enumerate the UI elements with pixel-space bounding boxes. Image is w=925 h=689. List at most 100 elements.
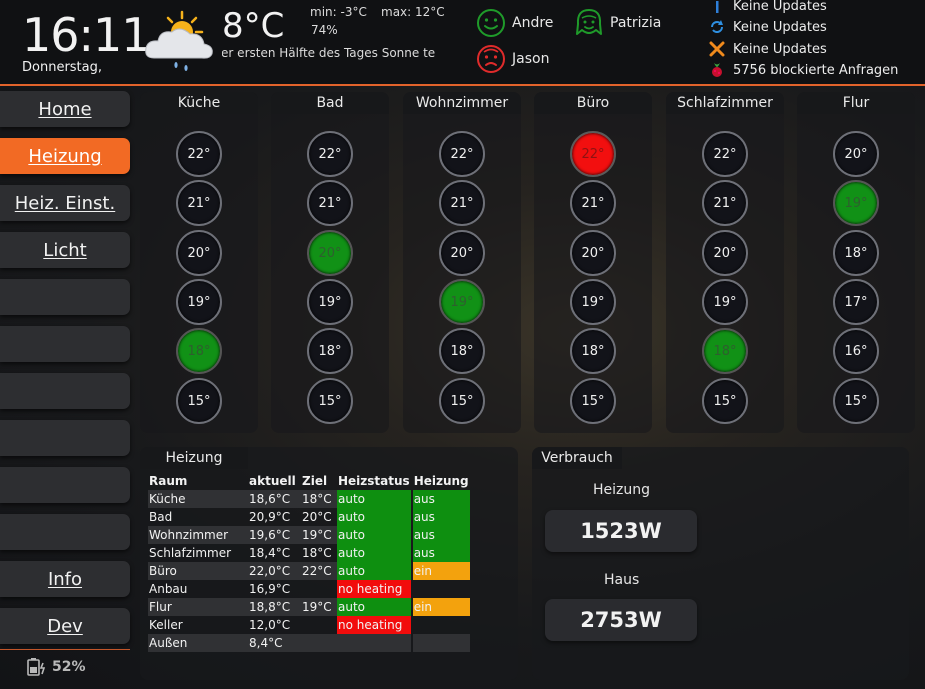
cell-heizstatus: auto [337,598,411,616]
table-row: Küche 18,6°C 18°C auto aus [148,490,470,508]
cell-heizung: aus [412,544,470,562]
setpoint-button[interactable]: 20° [702,230,748,276]
cell-heizung [413,580,470,598]
setpoint-button[interactable]: 16° [833,328,879,374]
setpoint-button[interactable]: 18° [702,328,748,374]
setpoint-button[interactable]: 15° [307,378,353,424]
setpoint-button[interactable]: 17° [833,279,879,325]
room-panel: Büro 22° 21° 20° 19° 18° 15° [534,92,652,433]
heizung-panel-title: Heizung [140,447,248,469]
nav-empty-button-3[interactable] [0,373,130,409]
setpoint-button[interactable]: 22° [439,131,485,177]
outdoor-temperature: 8°C [222,6,285,46]
room-title: Wohnzimmer [403,92,521,114]
setpoint-button[interactable]: 20° [570,230,616,276]
nav-heiz-einst-button[interactable]: Heiz. Einst. [0,185,130,221]
nav-empty-button-4[interactable] [0,420,130,456]
nav-empty-button-6[interactable] [0,514,130,550]
cell-ziel [301,616,337,634]
cell-ziel: 19°C [301,526,337,544]
col-raum: Raum [149,474,188,488]
cell-heizstatus [337,634,411,652]
setpoint-button[interactable]: 21° [307,180,353,226]
cell-heizstatus: auto [337,490,411,508]
setpoint-button[interactable]: 21° [702,180,748,226]
nav-empty-button-1[interactable] [0,279,130,315]
battery-charging-icon [27,658,46,676]
setpoint-button[interactable]: 20° [833,131,879,177]
cell-heizstatus: auto [337,526,411,544]
nav-home-button[interactable]: Home [0,91,130,127]
col-heizstatus: Heizstatus [338,474,410,488]
setpoint-button[interactable]: 21° [439,180,485,226]
room-title: Flur [797,92,915,114]
setpoint-button[interactable]: 20° [307,230,353,276]
cell-ziel: 18°C [302,546,332,560]
heizung-table-panel: Heizung Raum aktuell Ziel Heizstatus Hei… [140,447,518,680]
setpoint-button[interactable]: 19° [307,279,353,325]
col-aktuell: aktuell [249,474,296,488]
setpoint-button[interactable]: 22° [702,131,748,177]
setpoint-button[interactable]: 18° [439,328,485,374]
sidebar-divider [0,649,130,650]
setpoint-button[interactable]: 15° [702,378,748,424]
heizung-table-body: Küche 18,6°C 18°C auto aus Bad 20,9°C 20°C auto a… [148,490,470,652]
cell-raum: Wohnzimmer [148,526,248,544]
setpoint-button[interactable]: 18° [307,328,353,374]
room-panel: Schlafzimmer 22° 21° 20° 19° 18° 15° [666,92,784,433]
setpoint-button[interactable]: 15° [833,378,879,424]
setpoint-button[interactable]: 21° [176,180,222,226]
setpoint-button[interactable]: 18° [176,328,222,374]
nav-licht-button[interactable]: Licht [0,232,130,268]
status-line-blocked-requests: 5756 blockierte Anfragen [707,62,898,78]
setpoint-button[interactable]: 19° [439,279,485,325]
cell-heizung: ein [412,598,470,616]
person-jason: Jason [476,44,549,74]
setpoint-button[interactable]: 18° [570,328,616,374]
setpoint-button[interactable]: 15° [570,378,616,424]
cell-heizung: aus [412,490,470,508]
temperature-min: min: -3°C [310,5,367,19]
setpoint-button[interactable]: 20° [439,230,485,276]
setpoint-button[interactable]: 18° [833,230,879,276]
setpoint-button[interactable]: 21° [570,180,616,226]
room-panel: Wohnzimmer 22° 21° 20° 19° 18° 15° [403,92,521,433]
table-row: Bad 20,9°C 20°C auto aus [148,508,470,526]
nav-dev-button[interactable]: Dev [0,608,130,644]
setpoint-button[interactable]: 19° [833,180,879,226]
setpoint-button[interactable]: 15° [176,378,222,424]
cell-heizstatus: auto [337,562,411,580]
nav-empty-button-2[interactable] [0,326,130,362]
heizung-table: Raum aktuell Ziel Heizstatus Heizung Küc… [148,472,470,652]
setpoint-button[interactable]: 22° [570,131,616,177]
setpoint-button[interactable]: 22° [176,131,222,177]
cell-heizung: ein [412,562,470,580]
table-row: Schlafzimmer 18,4°C 18°C auto aus [148,544,470,562]
nav-heizung-button[interactable]: Heizung [0,138,130,174]
person-andre: Andre [476,8,553,38]
cell-ziel [301,580,337,598]
setpoint-button[interactable]: 20° [176,230,222,276]
setpoint-button[interactable]: 15° [439,378,485,424]
nav-empty-button-5[interactable] [0,467,130,503]
blue-arrow-icon [707,0,727,14]
setpoint-button[interactable]: 19° [176,279,222,325]
person-name: Jason [512,51,550,67]
cell-heizung [413,616,470,634]
weather-forecast-ticker: d der ersten Hälfte des Tages Sonne te [222,46,436,60]
cell-raum: Anbau [149,582,188,596]
cell-heizstatus: auto [337,508,411,526]
cell-heizung [412,634,470,652]
setpoint-button[interactable]: 19° [570,279,616,325]
setpoint-button[interactable]: 22° [307,131,353,177]
status-line-updates-2: Keine Updates [707,19,827,35]
cell-heizung: aus [412,508,470,526]
setpoint-button[interactable]: 19° [702,279,748,325]
cell-aktuell: 8,4°C [248,634,301,652]
cell-aktuell: 22,0°C [248,562,301,580]
table-row: Wohnzimmer 19,6°C 19°C auto aus [148,526,470,544]
person-name: Patrizia [610,15,662,31]
verbrauch-haus-value: 2753W [545,599,697,641]
face-sad-icon [477,45,505,73]
nav-info-button[interactable]: Info [0,561,130,597]
